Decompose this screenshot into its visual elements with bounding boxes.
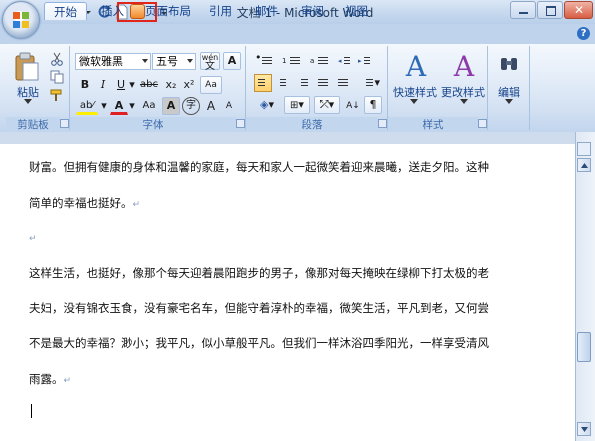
binoculars-icon[interactable] (499, 54, 519, 74)
justify-button[interactable] (314, 74, 332, 92)
scroll-down-button[interactable] (577, 422, 591, 436)
distributed-button[interactable] (334, 74, 352, 92)
clipboard-group-label: 剪贴板 (6, 117, 60, 131)
align-left-button[interactable] (254, 74, 272, 92)
clipboard-launcher-icon[interactable] (60, 119, 69, 128)
paste-dropdown-icon[interactable] (24, 99, 32, 105)
cut-icon[interactable] (50, 52, 64, 66)
office-button[interactable] (2, 1, 40, 39)
tab-home[interactable]: 开始 (44, 2, 87, 20)
close-button[interactable]: ✕ (564, 1, 593, 19)
paragraph-launcher-icon[interactable] (378, 119, 387, 128)
doc-paragraph: 这样生活，也挺好，像那个每天迎着晨阳跑步的男子，像那对每天掩映在绿柳下打太极的老 (29, 266, 489, 280)
scroll-thumb[interactable] (577, 332, 591, 362)
change-case-button[interactable]: Aa (138, 97, 160, 115)
paragraph-mark: ↵ (132, 200, 141, 210)
font-launcher-icon[interactable] (236, 119, 245, 128)
paragraph-mark: ↵ (63, 376, 72, 386)
editing-dropdown-icon[interactable] (505, 99, 513, 105)
styles-group-label: 样式 (388, 117, 478, 131)
copy-icon[interactable] (50, 70, 64, 84)
increase-indent-button[interactable]: ▸ (356, 52, 374, 70)
decrease-indent-button[interactable]: ◂ (336, 52, 354, 70)
paragraph-group-label: 段落 (246, 117, 378, 131)
doc-paragraph: 不是最大的幸福？渺小；我平凡，似小草般平凡。但我们一样沐浴四季阳光，一样享受清风 (29, 336, 489, 350)
text-caret (31, 404, 32, 418)
format-painter-icon[interactable] (50, 88, 64, 102)
minimize-button[interactable] (510, 1, 536, 19)
strikethrough-button[interactable]: abc (138, 76, 160, 94)
grow-font-button[interactable]: A (202, 97, 220, 115)
highlight-dropdown-icon[interactable]: ▾ (100, 97, 108, 115)
sort-button[interactable]: A↓ (344, 96, 362, 114)
quick-styles-label[interactable]: 快速样式 (392, 84, 438, 100)
help-icon[interactable]: ? (577, 27, 590, 40)
italic-button[interactable]: I (94, 76, 112, 94)
change-styles-dropdown-icon[interactable] (460, 99, 468, 105)
vertical-scrollbar[interactable] (575, 132, 595, 441)
tab-insert[interactable]: 插入 (92, 2, 133, 20)
quick-styles-icon[interactable]: A (398, 52, 434, 84)
maximize-button[interactable] (537, 1, 563, 19)
tab-mailings[interactable]: 邮件 (246, 2, 287, 20)
change-styles-label[interactable]: 更改样式 (440, 84, 486, 100)
shading-button[interactable]: ◈▾ (254, 96, 280, 114)
font-name-combo[interactable]: 微软雅黑 (75, 53, 151, 70)
paste-label[interactable]: 粘贴 (14, 84, 42, 100)
show-marks-button[interactable]: ¶ (364, 96, 382, 114)
chinese-layout-button[interactable]: ⤱▾ (314, 96, 340, 114)
tab-view[interactable]: 视图 (336, 2, 377, 20)
doc-paragraph: 夫妇，没有锦衣玉食，没有豪宅名车，但能守着淳朴的幸福，微笑生活，平凡到老，又何尝 (29, 301, 489, 315)
subscript-button[interactable]: x₂ (162, 76, 180, 94)
change-styles-icon[interactable]: A (446, 52, 482, 84)
superscript-button[interactable]: x² (180, 76, 198, 94)
phonetic-guide-button[interactable]: wén 文 (200, 52, 220, 72)
scroll-up-button[interactable] (577, 158, 591, 172)
enclose-chars-button[interactable]: 字 (182, 97, 200, 115)
align-center-button[interactable] (274, 74, 292, 92)
ruler-toggle-icon[interactable] (577, 142, 591, 156)
quick-styles-dropdown-icon[interactable] (410, 99, 418, 105)
paste-icon[interactable] (14, 52, 40, 82)
tab-references[interactable]: 引用 (200, 2, 241, 20)
tab-page-layout[interactable]: 页面布局 (136, 2, 200, 20)
office-logo-icon (13, 12, 29, 28)
scroll-up-icon (581, 163, 588, 168)
scroll-down-icon (581, 427, 588, 432)
align-right-button[interactable] (294, 74, 312, 92)
underline-dropdown-icon[interactable]: ▾ (128, 76, 136, 94)
doc-paragraph: 简单的幸福也挺好。↵ (29, 196, 141, 210)
doc-paragraph: 财富。但拥有健康的身体和温馨的家庭，每天和家人一起微笑着迎来晨曦，送走夕阳。这种 (29, 160, 489, 174)
font-name-value: 微软雅黑 (79, 55, 123, 68)
doc-paragraph: ↵ (29, 230, 37, 244)
ribbon-tabs (0, 24, 595, 44)
multilevel-list-button[interactable]: a (308, 52, 332, 70)
font-color-dropdown-icon[interactable]: ▾ (128, 97, 136, 115)
document-page[interactable] (0, 144, 575, 441)
shrink-font-button[interactable]: A (220, 97, 238, 115)
font-color-button[interactable]: A (110, 97, 128, 115)
char-border-button[interactable]: A (223, 52, 241, 70)
line-spacing-button[interactable]: ▾ (356, 74, 382, 92)
clear-formatting-button[interactable]: Aa (200, 76, 222, 94)
borders-button[interactable]: ⊞▾ (284, 96, 310, 114)
font-size-value: 五号 (156, 55, 178, 68)
paragraph-mark: ↵ (29, 234, 37, 244)
char-shading-button[interactable]: A (162, 97, 180, 115)
bullets-button[interactable]: • (252, 51, 276, 70)
doc-paragraph: 雨露。↵ (29, 372, 72, 386)
font-size-combo[interactable]: 五号 (152, 53, 196, 70)
text-highlight-button[interactable]: ab⁄ (76, 97, 98, 115)
tab-review[interactable]: 审阅 (292, 2, 333, 20)
editing-label[interactable]: 编辑 (490, 84, 528, 100)
bold-button[interactable]: B (76, 76, 94, 94)
font-group-label: 字体 (70, 117, 236, 131)
styles-launcher-icon[interactable] (478, 119, 487, 128)
numbering-button[interactable]: 1 (280, 52, 304, 70)
